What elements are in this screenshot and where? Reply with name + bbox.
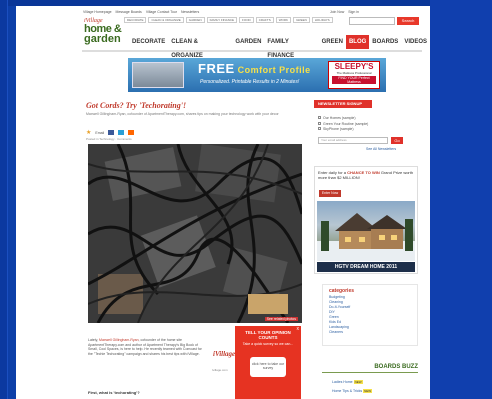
newsletter-go-button[interactable]: Go [391, 137, 403, 144]
post-meta: Posted in Technology · Comments [86, 137, 132, 141]
buzz-item[interactable]: Ladies Home NEW [332, 378, 372, 387]
top-nav-item-tour[interactable]: Village Contact Tour [146, 10, 177, 14]
dream-home-image [317, 201, 415, 261]
author-link[interactable]: Maxwell Gillingham-Ryan [99, 338, 138, 342]
webpage: Village Homepage Message Boards Village … [16, 6, 430, 399]
sleepys-logo: SLEEPY'S The Mattress Professional FIND … [328, 61, 380, 89]
banner-subtext: Personalized. Printable Results in 2 Min… [200, 79, 300, 85]
main-nav-decorate[interactable]: DECORATE [129, 35, 168, 49]
star-icon[interactable]: ★ [86, 129, 91, 136]
new-badge: NEW [353, 380, 363, 384]
main-nav-green[interactable]: GREEN [319, 35, 346, 49]
main-nav-boards[interactable]: BOARDS [369, 35, 401, 49]
all-newsletters-link[interactable]: See All Newsletters [366, 147, 396, 151]
share-toolbar: ★ Email [86, 129, 135, 136]
top-nav-item-newsletters[interactable]: Newsletters [181, 10, 199, 14]
survey-popup-subtitle: Take a quick survey so we can... [242, 342, 294, 346]
main-nav-blog[interactable]: BLOG [345, 35, 370, 49]
main-nav: DECORATE CLEAN & ORGANIZE GARDEN FAMILY … [129, 35, 430, 59]
sleepys-banner-ad[interactable]: FREE Comfort Profile Personalized. Printa… [128, 58, 386, 92]
facebook-icon[interactable] [108, 130, 115, 135]
newsletter-email-field[interactable]: Your email address [318, 137, 388, 144]
dream-home-footer: HGTV DREAM HOME 2011 [317, 262, 415, 272]
main-nav-clean[interactable]: CLEAN & ORGANIZE [168, 35, 232, 59]
channel-subnav: DECORATE CLEAN & ORGANIZE GARDEN FAMILY … [124, 17, 333, 23]
top-nav-item-boards[interactable]: Message Boards [116, 10, 142, 14]
top-nav-item-home[interactable]: Village Homepage [83, 10, 112, 14]
subnav-item-clean[interactable]: CLEAN & ORGANIZE [148, 17, 184, 23]
newsletter-option[interactable]: SkyPhone (sample) [318, 127, 368, 133]
boards-buzz-list: Ladies Home NEW Home Tips & Tricks NEW [332, 378, 373, 396]
window-left-edge [0, 0, 8, 399]
take-survey-button[interactable]: click here to take our survey [250, 357, 286, 377]
close-icon[interactable]: x [297, 326, 300, 332]
checkbox[interactable] [318, 116, 321, 119]
newsletter-header: NEWSLETTER SIGNUP [314, 100, 372, 108]
enter-now-button[interactable]: Enter Now [319, 190, 341, 197]
main-nav-garden[interactable]: GARDEN [232, 35, 264, 49]
tangled-cords-photo [88, 144, 302, 323]
subnav-item-crafts[interactable]: CRAFTS [255, 17, 274, 23]
ivillage-small-url: ivillage.com [212, 368, 228, 372]
boards-buzz-divider [322, 372, 418, 373]
survey-popup: x TELL YOUR OPINION COUNTS Take a quick … [235, 326, 301, 399]
register-link[interactable]: Join Now [330, 10, 344, 14]
categories-box: categories Budgeting Cleaning Do-It-Your… [322, 284, 418, 346]
signin-link[interactable]: Sign in [348, 10, 359, 14]
article-title[interactable]: Got Cords? Try 'Techorating'! [86, 101, 186, 110]
email-share-link[interactable]: Email [95, 131, 104, 135]
article-body: Lately, Maxwell Gillingham-Ryan, cofound… [88, 338, 202, 356]
new-badge: NEW [363, 389, 373, 393]
subnav-item-garden[interactable]: GARDEN [185, 17, 205, 23]
subnav-item-food[interactable]: FOOD [239, 17, 254, 23]
hgtv-dream-home-ad[interactable]: Enter daily for a CHANCE TO WIN Grand Pr… [314, 166, 418, 274]
boards-buzz-title: BOARDS BUZZ [374, 364, 418, 370]
site-logo[interactable]: iVillage home & garden [84, 18, 128, 52]
main-nav-videos[interactable]: VIDEOS [401, 35, 430, 49]
search-button[interactable]: Search [397, 17, 419, 25]
mattress-image [132, 62, 184, 88]
twitter-icon[interactable] [118, 130, 125, 135]
article-byline: Maxwell Gillingham-Ryan, cofounder of Ap… [86, 112, 279, 116]
logo-line2: garden [84, 33, 121, 45]
buzz-item[interactable]: Home Tips & Tricks NEW [332, 387, 373, 396]
article-subhead: First, what is 'techorating'? [88, 390, 140, 395]
main-nav-finance[interactable]: FAMILY FINANCE [264, 35, 318, 59]
rss-icon[interactable] [128, 130, 135, 135]
survey-popup-title: TELL YOUR OPINION COUNTS [245, 330, 291, 340]
search-input[interactable] [349, 17, 395, 25]
subnav-item-holidays[interactable]: HOLIDAYS [311, 17, 333, 23]
checkbox[interactable] [318, 121, 321, 125]
subnav-item-green[interactable]: GREEN [293, 17, 310, 23]
category-link[interactable]: Cleaners [329, 330, 411, 335]
subnav-item-work[interactable]: WORK [275, 17, 292, 23]
photo-caption-bar: See related photos [88, 316, 302, 325]
checkbox[interactable] [318, 127, 321, 130]
newsletter-options: Our Homes (sample) Green Your Routine (s… [318, 116, 368, 133]
related-photos-link[interactable]: See related photos [264, 317, 298, 321]
categories-title: categories [329, 288, 355, 294]
subnav-item-finance[interactable]: FAMILY FINANCE [206, 17, 238, 23]
window-right-edge [430, 0, 492, 399]
nav-divider [82, 50, 422, 52]
ad-copy: Enter daily for a CHANCE TO WIN Grand Pr… [318, 170, 414, 180]
banner-headline: FREE Comfort Profile [198, 61, 311, 76]
